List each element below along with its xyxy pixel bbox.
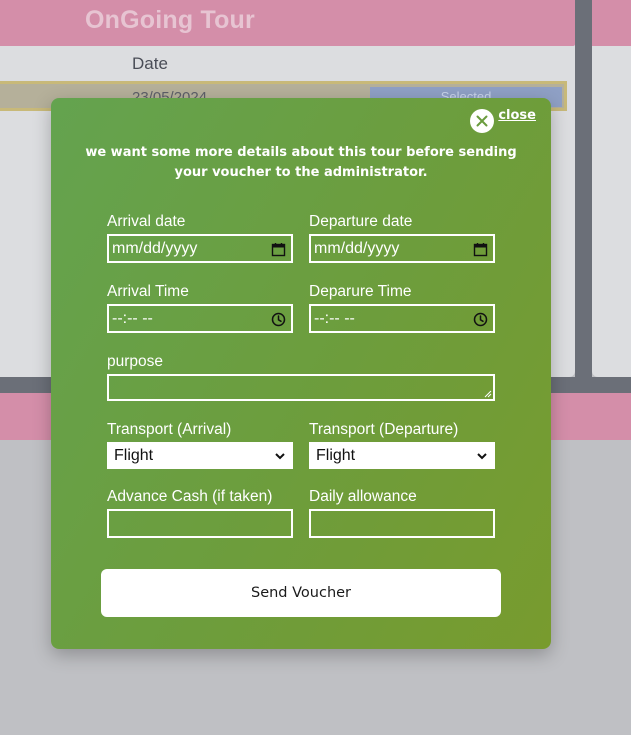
ongoing-tour-title: OnGoing Tour bbox=[85, 6, 255, 34]
close-icon[interactable] bbox=[470, 109, 495, 133]
transport-arrival-label: Transport (Arrival) bbox=[107, 421, 232, 438]
close-link[interactable]: close bbox=[498, 108, 536, 124]
daily-allowance-input[interactable] bbox=[309, 509, 495, 538]
modal-intro-text: we want some more details about this tou… bbox=[85, 145, 517, 180]
side-card-header bbox=[592, 0, 631, 46]
calendar-icon[interactable] bbox=[473, 242, 488, 257]
arrival-time-placeholder: --:-- -- bbox=[112, 309, 153, 327]
side-card bbox=[592, 0, 631, 377]
departure-time-label: Deparure Time bbox=[309, 283, 412, 300]
departure-date-placeholder: mm/dd/yyyy bbox=[314, 239, 400, 257]
transport-arrival-select[interactable]: Flight bbox=[107, 442, 293, 469]
chevron-down-icon bbox=[275, 453, 285, 460]
clock-icon[interactable] bbox=[473, 312, 488, 327]
arrival-date-placeholder: mm/dd/yyyy bbox=[112, 239, 198, 257]
transport-departure-value: Flight bbox=[316, 446, 356, 464]
departure-date-label: Departure date bbox=[309, 213, 413, 230]
arrival-date-label: Arrival date bbox=[107, 213, 186, 230]
transport-departure-select[interactable]: Flight bbox=[309, 442, 495, 469]
departure-date-input[interactable]: mm/dd/yyyy bbox=[309, 234, 495, 263]
arrival-time-input[interactable]: --:-- -- bbox=[107, 304, 293, 333]
calendar-icon[interactable] bbox=[271, 242, 286, 257]
transport-departure-label: Transport (Departure) bbox=[309, 421, 459, 438]
background-gutter bbox=[575, 0, 592, 393]
transport-arrival-value: Flight bbox=[114, 446, 154, 464]
date-column-header: Date bbox=[132, 54, 168, 73]
send-voucher-button[interactable]: Send Voucher bbox=[101, 569, 501, 617]
daily-allowance-label: Daily allowance bbox=[309, 488, 417, 505]
advance-cash-label: Advance Cash (if taken) bbox=[107, 488, 273, 505]
arrival-time-label: Arrival Time bbox=[107, 283, 189, 300]
resize-handle-icon[interactable] bbox=[484, 390, 492, 398]
close-button[interactable]: close bbox=[470, 108, 536, 133]
arrival-date-input[interactable]: mm/dd/yyyy bbox=[107, 234, 293, 263]
purpose-label: purpose bbox=[107, 353, 164, 370]
purpose-textarea[interactable] bbox=[107, 374, 495, 401]
chevron-down-icon bbox=[477, 453, 487, 460]
advance-cash-input[interactable] bbox=[107, 509, 293, 538]
departure-time-placeholder: --:-- -- bbox=[314, 309, 355, 327]
departure-time-input[interactable]: --:-- -- bbox=[309, 304, 495, 333]
clock-icon[interactable] bbox=[271, 312, 286, 327]
voucher-details-modal: close we want some more details about th… bbox=[51, 98, 551, 649]
